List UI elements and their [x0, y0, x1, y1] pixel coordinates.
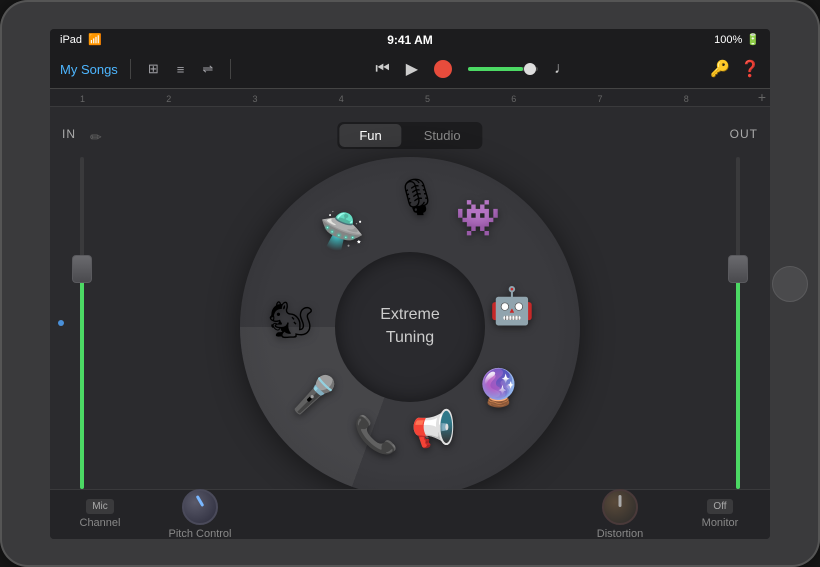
right-fader-fill — [736, 273, 740, 489]
mixer-btn[interactable]: ⇌ — [197, 58, 218, 80]
layout-btn-2[interactable]: ≡ — [172, 59, 190, 80]
layout-btn-1[interactable]: ⊞ — [143, 58, 164, 80]
right-fader-track — [736, 157, 740, 489]
off-badge[interactable]: Off — [707, 499, 732, 514]
right-fader[interactable] — [726, 157, 750, 489]
ipad-frame: iPad 📶 9:41 AM 100% 🔋 My Songs ⊞ ≡ ⇌ ⏮ ▶ — [0, 0, 820, 567]
left-fader-fill — [80, 273, 84, 489]
metronome-button[interactable]: ♩ — [554, 60, 570, 78]
ruler: 1 2 3 4 5 6 7 8 + — [50, 89, 770, 107]
ruler-mark-1: 1 — [80, 94, 166, 104]
channel-label: Channel — [80, 517, 121, 529]
ipad-label: iPad — [60, 34, 82, 46]
wheel-container[interactable]: 🎙 🛸 👾 🐿 🤖 🎤 🔮 📞 — [240, 157, 580, 497]
wheel-item-robot[interactable]: 🤖 — [490, 285, 535, 327]
status-right: 100% 🔋 — [714, 33, 760, 46]
help-button[interactable]: ❓ — [740, 59, 760, 79]
ruler-mark-4: 4 — [339, 94, 425, 104]
monitor-label: Monitor — [702, 517, 739, 529]
mic-channel-group: Mic Channel — [70, 499, 130, 529]
songs-button[interactable]: My Songs — [60, 62, 118, 77]
pitch-control-label: Pitch Control — [169, 528, 232, 539]
battery-label: 100% — [714, 34, 742, 46]
pencil-icon[interactable]: ✏ — [90, 129, 102, 146]
ruler-mark-5: 5 — [425, 94, 511, 104]
home-button[interactable] — [772, 266, 808, 302]
out-label: OUT — [730, 127, 758, 141]
tab-bar: Fun Studio — [337, 122, 482, 149]
left-fader-thumb[interactable] — [72, 255, 92, 283]
transport-controls: ⏮ ▶ ♩ — [243, 59, 702, 79]
mic-badge[interactable]: Mic — [86, 499, 114, 514]
wheel-inner: ExtremeTuning — [335, 252, 485, 402]
left-fader-track — [80, 157, 84, 489]
toolbar-right: 🔑 ❓ — [710, 59, 760, 79]
settings-button[interactable]: 🔑 — [710, 59, 730, 79]
wheel-item-mic-stand[interactable]: 🎤 — [292, 374, 337, 416]
ruler-mark-2: 2 — [166, 94, 252, 104]
wheel-item-bubbles[interactable]: 🔮 — [476, 367, 521, 409]
toolbar-separator — [130, 59, 131, 79]
ipad-screen: iPad 📶 9:41 AM 100% 🔋 My Songs ⊞ ≡ ⇌ ⏮ ▶ — [50, 29, 770, 539]
distortion-label: Distortion — [597, 528, 643, 539]
volume-knob[interactable] — [524, 63, 536, 75]
monitor-group: Off Monitor — [690, 499, 750, 529]
bottom-controls: Mic Channel Pitch Control Distortion Off — [50, 489, 770, 539]
play-button[interactable]: ▶ — [406, 59, 418, 79]
ruler-marks: 1 2 3 4 5 6 7 8 — [50, 94, 770, 104]
led-indicator — [58, 320, 64, 326]
ruler-mark-6: 6 — [511, 94, 597, 104]
toolbar-separator-2 — [230, 59, 231, 79]
record-button[interactable] — [434, 60, 452, 78]
tab-studio[interactable]: Studio — [404, 124, 481, 147]
rewind-button[interactable]: ⏮ — [375, 60, 389, 78]
wheel-item-alien[interactable]: 🛸 — [320, 210, 365, 252]
pitch-control-group: Pitch Control — [160, 489, 240, 539]
status-bar: iPad 📶 9:41 AM 100% 🔋 — [50, 29, 770, 51]
ruler-mark-7: 7 — [598, 94, 684, 104]
wheel-item-microphone[interactable]: 🎙 — [394, 176, 440, 218]
left-fader[interactable] — [70, 157, 94, 489]
volume-slider[interactable] — [468, 67, 538, 71]
wifi-icon: 📶 — [88, 33, 102, 46]
wheel-item-megaphone[interactable]: 📢 — [411, 408, 456, 450]
toolbar: My Songs ⊞ ≡ ⇌ ⏮ ▶ ♩ 🔑 ❓ — [50, 51, 770, 89]
tab-fun[interactable]: Fun — [339, 124, 401, 147]
wheel-item-monster[interactable]: 👾 — [456, 197, 501, 239]
add-track-button[interactable]: + — [758, 89, 766, 105]
in-label: IN — [62, 127, 76, 141]
volume-fill — [468, 67, 523, 71]
wheel-item-telephone[interactable]: 📞 — [354, 414, 399, 456]
distortion-group: Distortion — [580, 489, 660, 539]
battery-icon: 🔋 — [746, 33, 760, 46]
distortion-knob[interactable] — [602, 489, 638, 525]
wheel-outer[interactable]: 🎙 🛸 👾 🐿 🤖 🎤 🔮 📞 — [240, 157, 580, 497]
ruler-mark-3: 3 — [253, 94, 339, 104]
right-fader-thumb[interactable] — [728, 255, 748, 283]
wheel-center-label: ExtremeTuning — [380, 304, 440, 349]
pitch-control-knob[interactable] — [182, 489, 218, 525]
time-display: 9:41 AM — [387, 33, 433, 47]
wheel-item-chipmunk[interactable]: 🐿 — [268, 299, 314, 341]
status-left: iPad 📶 — [60, 33, 102, 46]
main-area: IN ✏ OUT Fun Studio — [50, 107, 770, 539]
